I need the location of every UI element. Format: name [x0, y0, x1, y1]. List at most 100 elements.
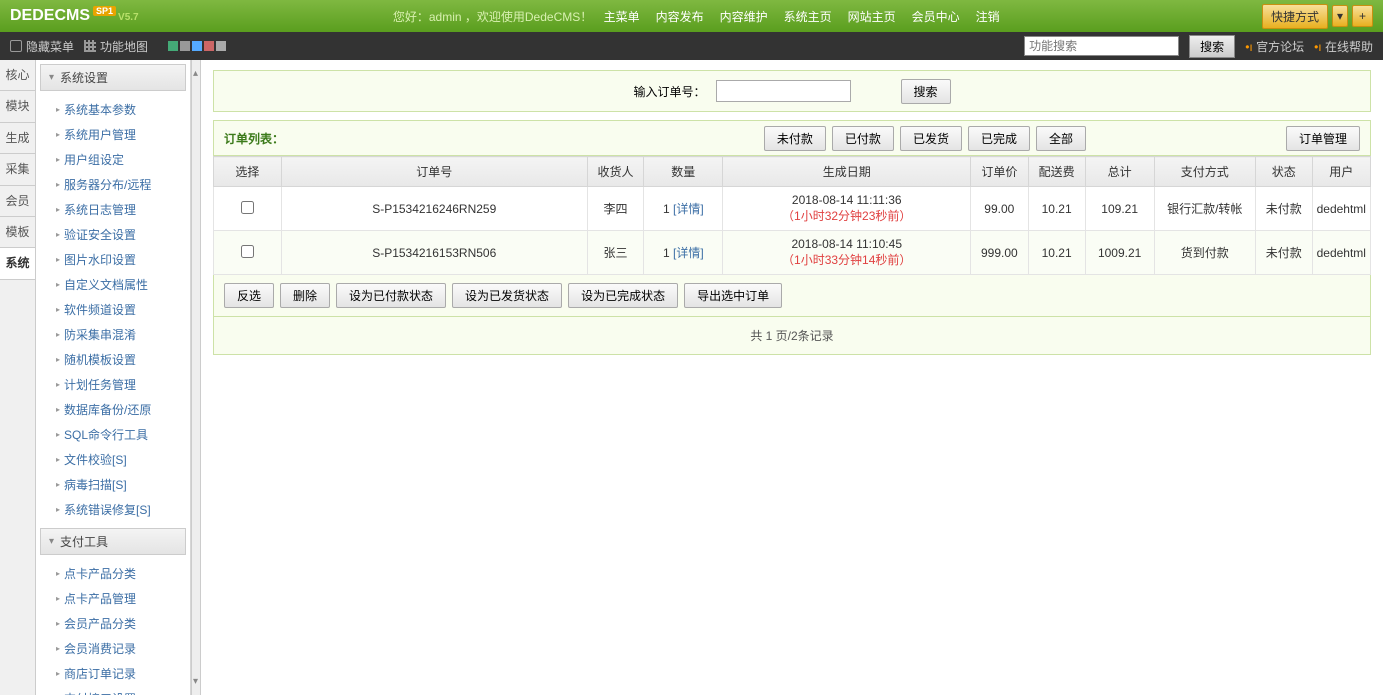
- sidebar-item[interactable]: 会员消费记录: [36, 636, 190, 661]
- sidebar-item[interactable]: 随机模板设置: [36, 347, 190, 372]
- theme-swatch[interactable]: [216, 41, 226, 51]
- sidebar-item[interactable]: SQL命令行工具: [36, 422, 190, 447]
- sidebar-item[interactable]: 点卡产品管理: [36, 586, 190, 611]
- action-button[interactable]: 删除: [280, 283, 330, 308]
- online-help-link[interactable]: •ı 在线帮助: [1314, 38, 1373, 55]
- cell-qty: 1 [详情]: [644, 187, 723, 231]
- sidebar-item[interactable]: 文件校验[S]: [36, 447, 190, 472]
- header-nav-link[interactable]: 系统主页: [784, 10, 832, 24]
- quick-dropdown-icon[interactable]: ▾: [1332, 5, 1348, 27]
- filter-button[interactable]: 已付款: [832, 126, 894, 151]
- cell-pay-method: 银行汇款/转帐: [1154, 187, 1255, 231]
- detail-link[interactable]: [详情]: [673, 246, 704, 260]
- grid-icon: [84, 40, 96, 52]
- sidebar-item[interactable]: 软件频道设置: [36, 297, 190, 322]
- header-nav-link[interactable]: 内容维护: [720, 10, 768, 24]
- order-manage-button[interactable]: 订单管理: [1286, 126, 1360, 151]
- cell-order-no: S-P1534216153RN506: [281, 231, 587, 275]
- side-tab[interactable]: 模块: [0, 91, 35, 122]
- sidebar-item[interactable]: 防采集串混淆: [36, 322, 190, 347]
- sidebar-section-payment-tools[interactable]: 支付工具: [40, 528, 186, 555]
- column-header: 配送费: [1028, 157, 1085, 187]
- sidebar-item[interactable]: 系统用户管理: [36, 122, 190, 147]
- chevron-down-icon[interactable]: ▾: [193, 676, 198, 687]
- function-search-button[interactable]: 搜索: [1189, 35, 1235, 58]
- plus-button[interactable]: +: [1352, 5, 1373, 27]
- cell-total: 109.21: [1085, 187, 1154, 231]
- header-nav-link[interactable]: 注销: [976, 10, 1000, 24]
- row-checkbox[interactable]: [241, 245, 254, 258]
- column-header: 总计: [1085, 157, 1154, 187]
- action-button[interactable]: 设为已发货状态: [452, 283, 562, 308]
- sidebar-item[interactable]: 计划任务管理: [36, 372, 190, 397]
- sidebar-item[interactable]: 会员产品分类: [36, 611, 190, 636]
- theme-swatch[interactable]: [192, 41, 202, 51]
- side-tab[interactable]: 生成: [0, 123, 35, 154]
- func-map-button[interactable]: 功能地图: [84, 38, 148, 55]
- side-tab[interactable]: 采集: [0, 154, 35, 185]
- cell-order-no: S-P1534216246RN259: [281, 187, 587, 231]
- sidebar-item[interactable]: 图片水印设置: [36, 247, 190, 272]
- sidebar-item[interactable]: 自定义文档属性: [36, 272, 190, 297]
- function-search-input[interactable]: [1024, 36, 1179, 56]
- sidebar-splitter[interactable]: ▴ ▾: [191, 60, 201, 695]
- cell-price: 99.00: [971, 187, 1028, 231]
- sidebar-item[interactable]: 验证安全设置: [36, 222, 190, 247]
- filter-button[interactable]: 未付款: [764, 126, 826, 151]
- header-nav-link[interactable]: 网站主页: [848, 10, 896, 24]
- top-header: DEDECMS SP1 V5.7 您好：admin ，欢迎使用DedeCMS！ …: [0, 0, 1383, 32]
- theme-swatch[interactable]: [168, 41, 178, 51]
- column-header: 选择: [214, 157, 282, 187]
- column-header: 订单号: [281, 157, 587, 187]
- column-header: 用户: [1312, 157, 1370, 187]
- action-button[interactable]: 设为已完成状态: [568, 283, 678, 308]
- sidebar-item[interactable]: 用户组设定: [36, 147, 190, 172]
- content-area: 输入订单号： 搜索 订单列表： 未付款已付款已发货已完成全部 订单管理 选择订单…: [201, 60, 1383, 695]
- chevron-up-icon[interactable]: ▴: [193, 68, 198, 79]
- order-search-label: 输入订单号：: [633, 83, 705, 100]
- sidebar-item[interactable]: 商店订单记录: [36, 661, 190, 686]
- logo: DEDECMS SP1 V5.7: [10, 7, 139, 25]
- side-tab[interactable]: 核心: [0, 60, 35, 91]
- header-nav-link[interactable]: 主菜单: [604, 10, 640, 24]
- official-forum-link[interactable]: •ı 官方论坛: [1245, 38, 1304, 55]
- column-header: 支付方式: [1154, 157, 1255, 187]
- filter-button[interactable]: 全部: [1036, 126, 1086, 151]
- cell-status: 未付款: [1255, 187, 1312, 231]
- order-table: 选择订单号收货人数量生成日期订单价配送费总计支付方式状态用户 S-P153421…: [213, 156, 1371, 275]
- quick-mode-button[interactable]: 快捷方式: [1262, 4, 1328, 29]
- column-header: 订单价: [971, 157, 1028, 187]
- sidebar-item[interactable]: 系统日志管理: [36, 197, 190, 222]
- sidebar-item[interactable]: 系统错误修复[S]: [36, 497, 190, 522]
- action-button[interactable]: 导出选中订单: [684, 283, 782, 308]
- table-row: S-P1534216246RN259李四1 [详情]2018-08-14 11:…: [214, 187, 1371, 231]
- theme-swatch[interactable]: [180, 41, 190, 51]
- cell-status: 未付款: [1255, 231, 1312, 275]
- side-tab[interactable]: 系统: [0, 248, 35, 279]
- action-button[interactable]: 设为已付款状态: [336, 283, 446, 308]
- row-checkbox[interactable]: [241, 201, 254, 214]
- sidebar-item[interactable]: 数据库备份/还原: [36, 397, 190, 422]
- theme-swatch[interactable]: [204, 41, 214, 51]
- order-search-button[interactable]: 搜索: [901, 79, 951, 104]
- cell-user: dedehtml: [1312, 187, 1370, 231]
- sidebar-item[interactable]: 系统基本参数: [36, 97, 190, 122]
- sidebar-item[interactable]: 服务器分布/远程: [36, 172, 190, 197]
- side-tab[interactable]: 模板: [0, 217, 35, 248]
- filter-button[interactable]: 已完成: [968, 126, 1030, 151]
- column-header: 生成日期: [723, 157, 971, 187]
- detail-link[interactable]: [详情]: [673, 202, 704, 216]
- side-tab[interactable]: 会员: [0, 186, 35, 217]
- sidebar-section-system-settings[interactable]: 系统设置: [40, 64, 186, 91]
- hide-menu-button[interactable]: 隐藏菜单: [10, 38, 74, 55]
- sidebar-item[interactable]: 支付接口设置: [36, 686, 190, 695]
- header-nav-link[interactable]: 内容发布: [656, 10, 704, 24]
- sidebar-item[interactable]: 点卡产品分类: [36, 561, 190, 586]
- filter-button[interactable]: 已发货: [900, 126, 962, 151]
- action-button[interactable]: 反选: [224, 283, 274, 308]
- order-number-input[interactable]: [716, 80, 851, 102]
- header-nav-link[interactable]: 会员中心: [912, 10, 960, 24]
- sidebar-item[interactable]: 病毒扫描[S]: [36, 472, 190, 497]
- sub-toolbar: 隐藏菜单 功能地图 搜索 •ı 官方论坛 •ı 在线帮助: [0, 32, 1383, 60]
- cell-receiver: 李四: [587, 187, 644, 231]
